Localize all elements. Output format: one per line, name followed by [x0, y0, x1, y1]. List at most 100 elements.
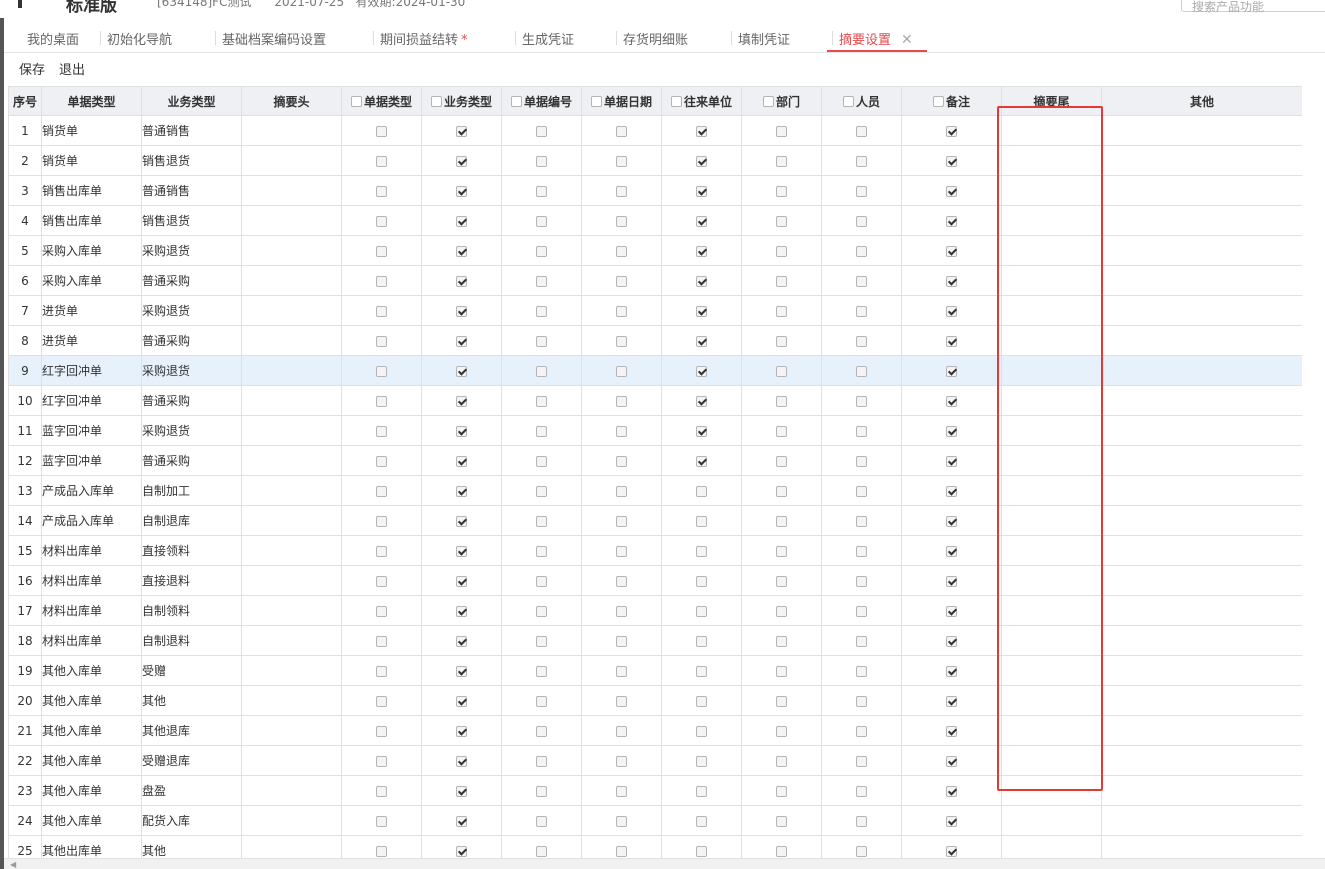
checkbox-icon[interactable] [536, 365, 547, 377]
checkbox-icon[interactable] [616, 755, 627, 767]
checkbox-icon[interactable] [776, 785, 787, 797]
horizontal-scrollbar[interactable]: ◀ [4, 858, 1325, 869]
checkbox-cell[interactable] [341, 115, 422, 146]
checkbox-icon[interactable] [456, 335, 467, 347]
checkbox-cell[interactable] [581, 175, 662, 206]
checkbox-cell[interactable] [661, 685, 742, 716]
checkbox-cell[interactable] [741, 205, 822, 236]
search-input[interactable]: 搜索产品功能 [1181, 0, 1325, 14]
checkbox-cell[interactable] [661, 535, 742, 566]
checkbox-icon[interactable] [456, 155, 467, 167]
summary-tail-cell[interactable] [1001, 325, 1102, 356]
checkbox-icon[interactable] [856, 665, 867, 677]
checkbox-cell[interactable] [581, 385, 662, 416]
tab-fill-voucher[interactable]: 填制凭证 [731, 29, 790, 51]
checkbox-icon[interactable] [376, 155, 387, 167]
col-header-include-doc-date[interactable]: 单据日期 [581, 86, 662, 116]
checkbox-cell[interactable] [741, 685, 822, 716]
summary-tail-cell[interactable] [1001, 115, 1102, 146]
checkbox-cell[interactable] [741, 715, 822, 746]
checkbox-icon[interactable] [946, 635, 957, 647]
checkbox-cell[interactable] [741, 565, 822, 596]
summary-head-cell[interactable] [241, 535, 342, 566]
table-row[interactable]: 5 采购入库单 采购退货 [8, 235, 1302, 266]
checkbox-icon[interactable] [376, 695, 387, 707]
table-row[interactable]: 17 材料出库单 自制领料 [8, 595, 1302, 626]
checkbox-cell[interactable] [341, 835, 422, 858]
checkbox-icon[interactable] [536, 725, 547, 737]
checkbox-icon[interactable] [856, 605, 867, 617]
checkbox-cell[interactable] [661, 745, 742, 776]
checkbox-icon[interactable] [376, 215, 387, 227]
checkbox-icon[interactable] [456, 815, 467, 827]
checkbox-cell[interactable] [421, 355, 502, 386]
checkbox-icon[interactable] [536, 275, 547, 287]
checkbox-icon[interactable] [376, 755, 387, 767]
checkbox-icon[interactable] [776, 725, 787, 737]
checkbox-icon[interactable] [670, 95, 682, 107]
checkbox-cell[interactable] [341, 715, 422, 746]
summary-head-cell[interactable] [241, 475, 342, 506]
checkbox-icon[interactable] [946, 395, 957, 407]
checkbox-icon[interactable] [536, 155, 547, 167]
checkbox-icon[interactable] [616, 365, 627, 377]
other-cell[interactable] [1101, 445, 1302, 476]
checkbox-icon[interactable] [696, 305, 707, 317]
checkbox-cell[interactable] [581, 595, 662, 626]
checkbox-cell[interactable] [421, 715, 502, 746]
checkbox-cell[interactable] [741, 505, 822, 536]
table-row[interactable]: 2 销货单 销售退货 [8, 145, 1302, 176]
summary-tail-cell[interactable] [1001, 775, 1102, 806]
checkbox-icon[interactable] [696, 365, 707, 377]
checkbox-cell[interactable] [421, 625, 502, 656]
checkbox-cell[interactable] [501, 835, 582, 858]
checkbox-cell[interactable] [901, 715, 1002, 746]
checkbox-cell[interactable] [421, 235, 502, 266]
summary-tail-cell[interactable] [1001, 415, 1102, 446]
checkbox-cell[interactable] [501, 655, 582, 686]
checkbox-cell[interactable] [341, 415, 422, 446]
checkbox-cell[interactable] [741, 175, 822, 206]
tab-summary-settings[interactable]: 摘要设置 ✕ [827, 29, 927, 52]
summary-head-cell[interactable] [241, 775, 342, 806]
other-cell[interactable] [1101, 775, 1302, 806]
checkbox-cell[interactable] [421, 805, 502, 836]
checkbox-icon[interactable] [946, 185, 957, 197]
summary-head-cell[interactable] [241, 505, 342, 536]
checkbox-cell[interactable] [341, 145, 422, 176]
checkbox-icon[interactable] [776, 635, 787, 647]
checkbox-icon[interactable] [376, 815, 387, 827]
checkbox-icon[interactable] [696, 215, 707, 227]
checkbox-cell[interactable] [741, 115, 822, 146]
checkbox-icon[interactable] [376, 515, 387, 527]
checkbox-cell[interactable] [501, 595, 582, 626]
checkbox-cell[interactable] [421, 745, 502, 776]
checkbox-icon[interactable] [376, 245, 387, 257]
checkbox-icon[interactable] [456, 785, 467, 797]
col-header-include-remark[interactable]: 备注 [901, 86, 1002, 116]
checkbox-cell[interactable] [661, 655, 742, 686]
checkbox-cell[interactable] [661, 355, 742, 386]
checkbox-cell[interactable] [741, 775, 822, 806]
checkbox-cell[interactable] [421, 325, 502, 356]
checkbox-icon[interactable] [536, 305, 547, 317]
checkbox-cell[interactable] [661, 295, 742, 326]
checkbox-cell[interactable] [741, 445, 822, 476]
other-cell[interactable] [1101, 385, 1302, 416]
other-cell[interactable] [1101, 595, 1302, 626]
checkbox-cell[interactable] [581, 505, 662, 536]
table-row[interactable]: 16 材料出库单 直接退料 [8, 565, 1302, 596]
summary-head-cell[interactable] [241, 205, 342, 236]
checkbox-icon[interactable] [776, 695, 787, 707]
other-cell[interactable] [1101, 115, 1302, 146]
checkbox-cell[interactable] [421, 655, 502, 686]
other-cell[interactable] [1101, 415, 1302, 446]
summary-head-cell[interactable] [241, 385, 342, 416]
checkbox-cell[interactable] [821, 415, 902, 446]
checkbox-cell[interactable] [821, 565, 902, 596]
checkbox-cell[interactable] [901, 685, 1002, 716]
checkbox-icon[interactable] [616, 245, 627, 257]
checkbox-cell[interactable] [821, 775, 902, 806]
table-row[interactable]: 12 蓝字回冲单 普通采购 [8, 445, 1302, 476]
checkbox-cell[interactable] [421, 505, 502, 536]
